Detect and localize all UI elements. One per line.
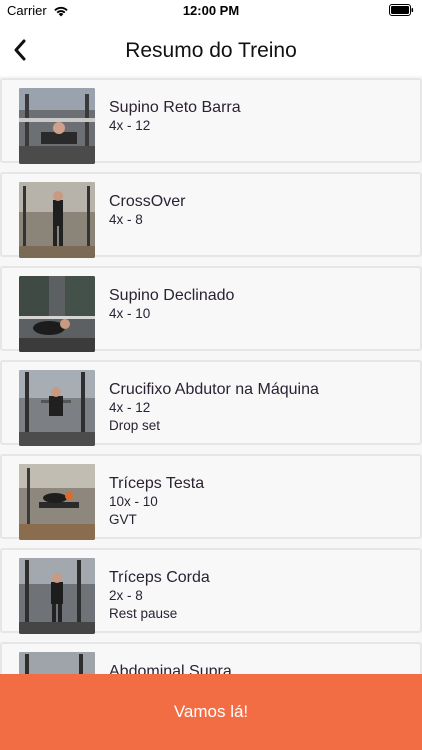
exercise-name: CrossOver — [109, 193, 186, 210]
exercise-sets: 2x - 8 — [109, 588, 143, 603]
exercise-thumbnail — [19, 558, 95, 634]
exercise-item[interactable]: Abdominal Supra — [0, 642, 422, 674]
exercise-text: Crucifixo Abdutor na Máquina 4x - 12 Dro… — [109, 380, 319, 435]
exercise-list[interactable]: Supino Reto Barra 4x - 12 CrossOver 4x -… — [0, 76, 422, 674]
exercise-thumbnail — [19, 182, 95, 258]
exercise-name: Tríceps Testa — [109, 475, 205, 492]
exercise-sets: 4x - 8 — [109, 212, 143, 227]
exercise-note: Drop set — [109, 418, 161, 433]
exercise-name: Tríceps Corda — [109, 569, 210, 586]
exercise-item[interactable]: Tríceps Testa 10x - 10 GVT — [0, 454, 422, 540]
exercise-thumbnail — [19, 464, 95, 540]
exercise-thumbnail — [19, 370, 95, 446]
start-workout-button[interactable]: Vamos lá! — [0, 674, 422, 750]
status-bar: Carrier 12:00 PM — [0, 0, 422, 22]
exercise-thumbnail — [19, 276, 95, 352]
exercise-name: Supino Declinado — [109, 287, 235, 304]
page-title: Resumo do Treino — [125, 39, 297, 62]
exercise-name: Supino Reto Barra — [109, 99, 241, 116]
exercise-item[interactable]: Tríceps Corda 2x - 8 Rest pause — [0, 548, 422, 634]
exercise-note: GVT — [109, 512, 137, 527]
status-time: 12:00 PM — [182, 3, 240, 18]
exercise-sets: 10x - 10 — [109, 494, 158, 509]
exercise-item[interactable]: CrossOver 4x - 8 — [0, 172, 422, 258]
exercise-item[interactable]: Supino Declinado 4x - 10 — [0, 266, 422, 352]
exercise-name: Abdominal Supra — [109, 663, 232, 674]
exercise-text: Supino Declinado 4x - 10 — [109, 286, 234, 323]
exercise-name: Crucifixo Abdutor na Máquina — [109, 381, 319, 398]
exercise-item[interactable]: Supino Reto Barra 4x - 12 — [0, 78, 422, 164]
exercise-thumbnail — [19, 652, 95, 674]
status-right — [389, 4, 414, 19]
exercise-thumbnail — [19, 88, 95, 164]
navigation-bar: Resumo do Treino — [0, 22, 422, 76]
exercise-text: Tríceps Testa 10x - 10 GVT — [109, 474, 204, 529]
exercise-sets: 4x - 12 — [109, 118, 151, 133]
exercise-item[interactable]: Crucifixo Abdutor na Máquina 4x - 12 Dro… — [0, 360, 422, 446]
exercise-text: Tríceps Corda 2x - 8 Rest pause — [109, 568, 210, 623]
exercise-sets: 4x - 10 — [109, 306, 151, 321]
battery-icon — [389, 4, 414, 16]
exercise-note: Rest pause — [109, 606, 178, 621]
exercise-text: Abdominal Supra — [109, 662, 232, 674]
exercise-text: Supino Reto Barra 4x - 12 — [109, 98, 241, 135]
exercise-sets: 4x - 12 — [109, 400, 151, 415]
exercise-text: CrossOver 4x - 8 — [109, 192, 185, 229]
